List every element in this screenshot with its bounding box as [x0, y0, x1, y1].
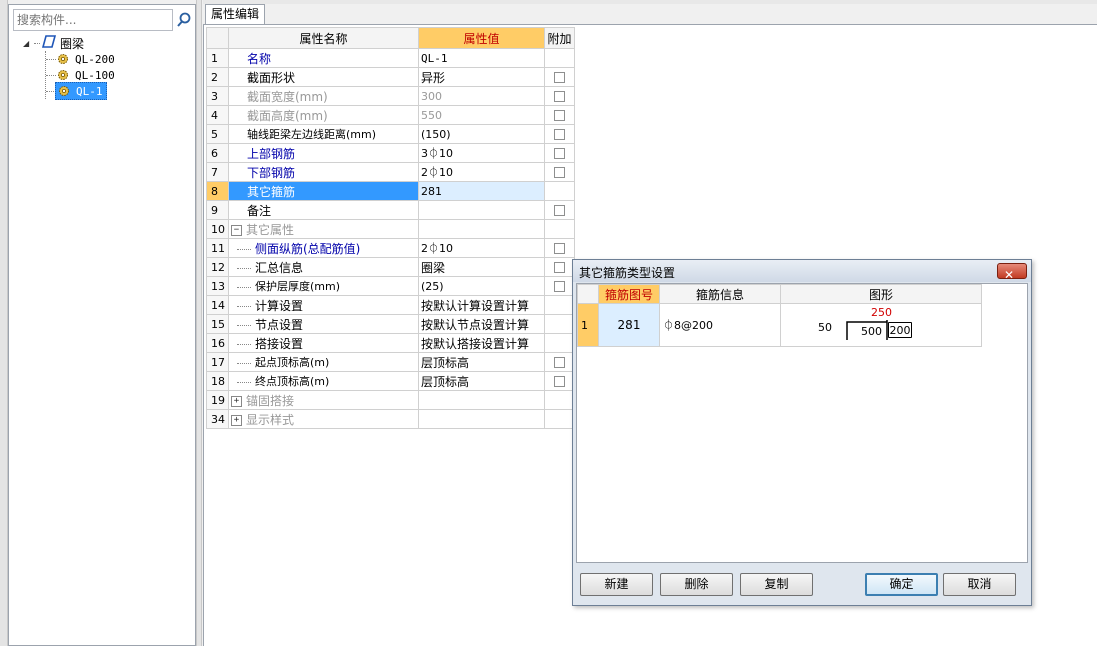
row-number-header	[577, 284, 599, 304]
table-row[interactable]: 9 备注	[206, 200, 575, 220]
close-button[interactable]: ✕	[997, 263, 1027, 282]
row-number-header	[206, 27, 229, 49]
table-row[interactable]: 12 汇总信息 圈梁	[206, 257, 575, 277]
table-row[interactable]: 14 计算设置 按默认计算设置计算	[206, 295, 575, 315]
component-gear-icon	[58, 70, 68, 80]
tree-connector	[34, 43, 40, 44]
collapse-icon[interactable]: −	[231, 224, 242, 236]
tree-connector	[237, 286, 251, 288]
ok-button[interactable]: 确定	[865, 573, 938, 596]
extra-checkbox[interactable]	[554, 148, 565, 159]
header-stirrup-info: 箍筋信息	[659, 284, 781, 304]
tree-connector	[237, 324, 251, 326]
table-row[interactable]: 4 截面高度(mm) 550	[206, 105, 575, 125]
header-shape: 图形	[780, 284, 982, 304]
search-icon[interactable]	[175, 11, 193, 29]
table-row[interactable]: 6 上部钢筋 3⏀10	[206, 143, 575, 163]
property-grid-header: 属性名称 属性值 附加	[206, 27, 575, 49]
table-row[interactable]: 5 轴线距梁左边线距离(mm) (150)	[206, 124, 575, 144]
tree-connector	[237, 381, 251, 383]
search-input[interactable]	[17, 11, 167, 29]
stirrup-table-area: 箍筋图号 箍筋信息 图形 1 281 ⏀8@200 250 50 500 200	[576, 283, 1028, 563]
tree-item-ql-1[interactable]: QL-1	[55, 82, 107, 100]
component-gear-icon	[58, 54, 68, 64]
table-row[interactable]: 1 281 ⏀8@200 250 50 500 200	[577, 303, 982, 347]
extra-checkbox[interactable]	[554, 129, 565, 140]
copy-button[interactable]: 复制	[740, 573, 813, 596]
shape-dim-right: 200	[888, 322, 912, 338]
extra-checkbox[interactable]	[554, 376, 565, 387]
window-left-frame	[0, 0, 8, 646]
tab-property-edit[interactable]: 属性编辑	[205, 4, 266, 24]
header-property-value: 属性值	[418, 27, 545, 49]
expand-icon[interactable]: +	[231, 414, 242, 426]
tree-root-ring-beam[interactable]: ◢ 圈梁	[23, 35, 84, 51]
table-row[interactable]: 2 截面形状 异形	[206, 67, 575, 87]
tree-connector	[46, 75, 56, 76]
tree-connector	[237, 343, 251, 345]
table-row-group[interactable]: 10 − 其它属性	[206, 219, 575, 239]
extra-checkbox[interactable]	[554, 281, 565, 292]
tree-connector	[237, 305, 251, 307]
stirrup-table-header: 箍筋图号 箍筋信息 图形	[577, 284, 982, 304]
extra-checkbox[interactable]	[554, 243, 565, 254]
shape-dim-left: 50	[818, 321, 832, 334]
table-row[interactable]: 7 下部钢筋 2⏀10	[206, 162, 575, 182]
stirrup-type-dialog: 其它箍筋类型设置 ✕ 箍筋图号 箍筋信息 图形 1 281 ⏀8@200 250…	[572, 259, 1032, 606]
table-row-selected[interactable]: 8 其它箍筋 281	[206, 181, 575, 201]
new-button[interactable]: 新建	[580, 573, 653, 596]
extra-checkbox[interactable]	[554, 72, 565, 83]
table-row[interactable]: 1 名称 QL-1	[206, 48, 575, 68]
tree-collapse-icon[interactable]: ◢	[23, 39, 32, 48]
dialog-title-bar[interactable]: 其它箍筋类型设置 ✕	[573, 260, 1031, 282]
header-extra: 附加	[544, 27, 575, 49]
table-row[interactable]: 3 截面宽度(mm) 300	[206, 86, 575, 106]
tree-connector	[237, 362, 251, 364]
shape-dim-mid: 500	[861, 325, 882, 338]
table-row[interactable]: 15 节点设置 按默认节点设置计算	[206, 314, 575, 334]
header-property-name: 属性名称	[228, 27, 419, 49]
property-grid: 属性名称 属性值 附加 1 名称 QL-1 2 截面形状 异形 3 截面宽度(m…	[206, 27, 575, 429]
extra-checkbox[interactable]	[554, 91, 565, 102]
extra-checkbox[interactable]	[554, 205, 565, 216]
panel-splitter[interactable]	[196, 0, 202, 646]
extra-checkbox[interactable]	[554, 262, 565, 273]
tree-connector	[237, 248, 251, 250]
close-icon: ✕	[1004, 268, 1015, 282]
tree-root-label: 圈梁	[60, 36, 85, 51]
extra-checkbox[interactable]	[554, 167, 565, 178]
tree-connector	[237, 267, 251, 269]
header-stirrup-id: 箍筋图号	[598, 284, 660, 304]
extra-checkbox[interactable]	[554, 357, 565, 368]
ring-beam-icon	[41, 35, 57, 51]
tree-connector	[46, 59, 56, 60]
expand-icon[interactable]: +	[231, 395, 242, 407]
stirrup-table: 箍筋图号 箍筋信息 图形 1 281 ⏀8@200 250 50 500 200	[577, 284, 982, 347]
cancel-button[interactable]: 取消	[943, 573, 1016, 596]
table-row[interactable]: 16 搭接设置 按默认搭接设置计算	[206, 333, 575, 353]
delete-button[interactable]: 删除	[660, 573, 733, 596]
table-row[interactable]: 11 侧面纵筋(总配筋值) 2⏀10	[206, 238, 575, 258]
table-row[interactable]: 13 保护层厚度(mm) (25)	[206, 276, 575, 296]
dialog-title: 其它箍筋类型设置	[579, 266, 676, 280]
table-row-group[interactable]: 19 + 锚固搭接	[206, 390, 575, 410]
shape-cell[interactable]: 250 50 500 200	[780, 303, 982, 347]
table-row-group[interactable]: 34 + 显示样式	[206, 409, 575, 429]
stirrup-shape-drawing: 250 50 500 200	[782, 305, 981, 346]
component-list-panel: ◢ 圈梁 QL-200 QL-100	[8, 4, 196, 646]
tree-item-ql-100[interactable]: QL-100	[57, 67, 118, 83]
tree-item-ql-200[interactable]: QL-200	[57, 51, 118, 67]
table-row[interactable]: 18 终点顶标高(m) 层顶标高	[206, 371, 575, 391]
component-gear-icon	[59, 86, 69, 96]
extra-checkbox[interactable]	[554, 110, 565, 121]
search-box[interactable]	[13, 9, 173, 31]
table-row[interactable]: 17 起点顶标高(m) 层顶标高	[206, 352, 575, 372]
